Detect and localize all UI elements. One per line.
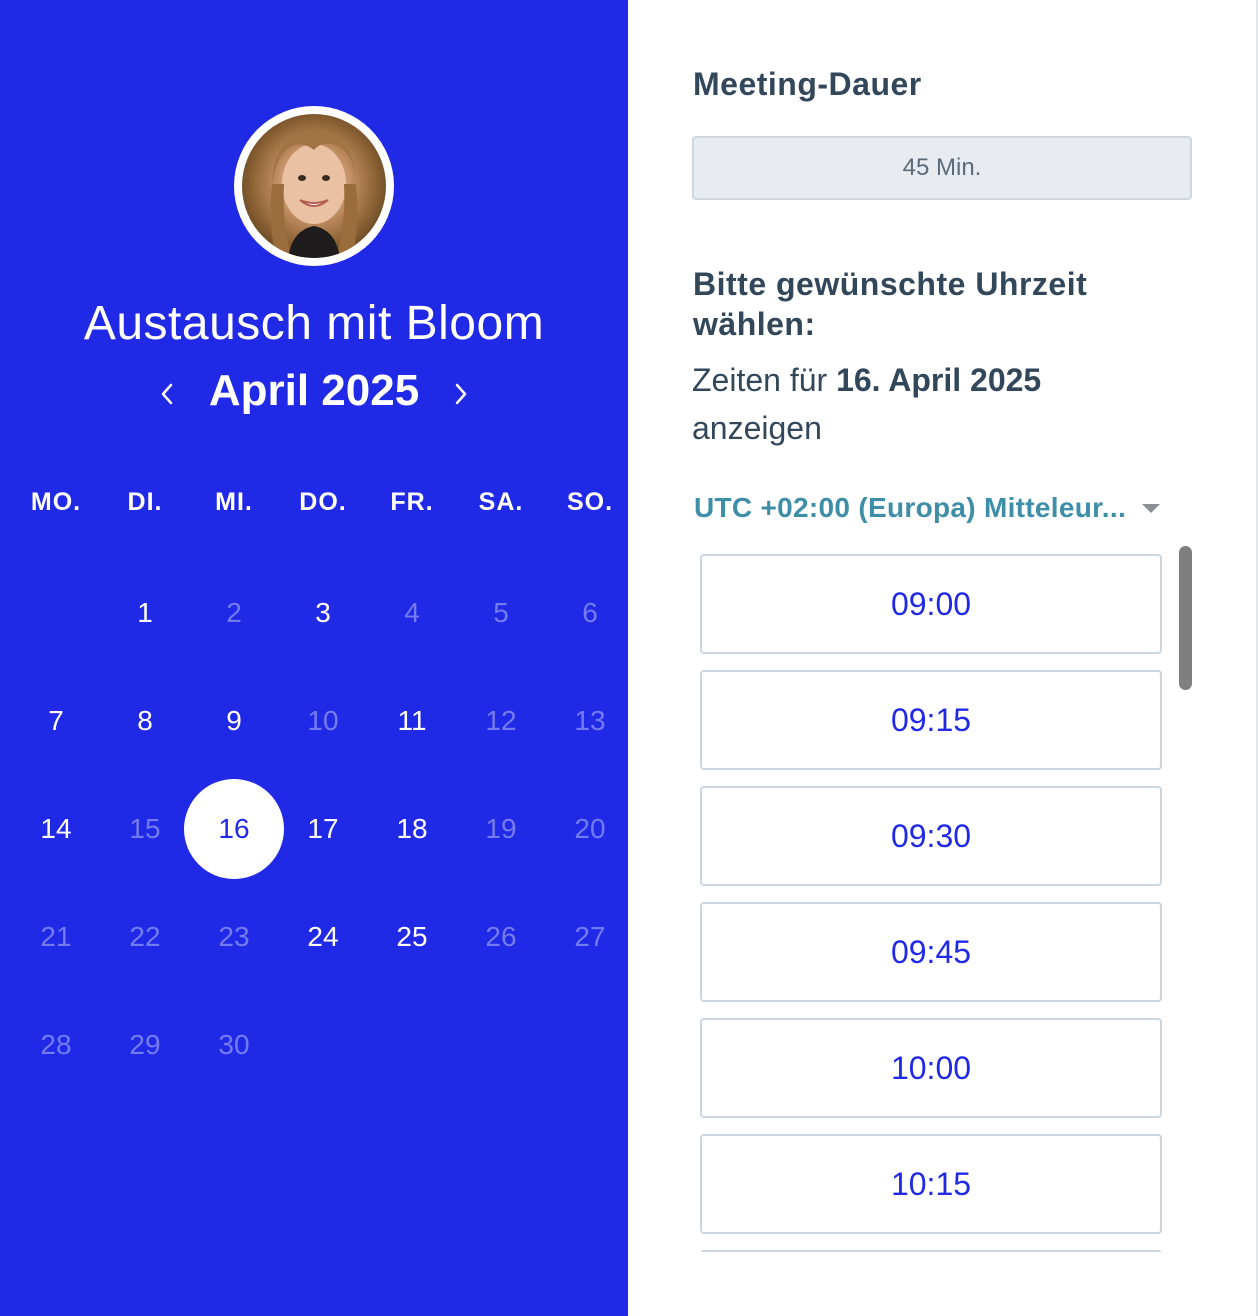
duration-select[interactable]: 45 Min. <box>692 136 1192 200</box>
calendar-day: 4 <box>404 597 420 628</box>
calendar-day: 12 <box>485 705 517 736</box>
time-heading: Bitte gewünschte Uhrzeit wählen: <box>693 266 1088 342</box>
weekday-label: SA. <box>478 488 524 516</box>
month-label: April 2025 <box>208 366 420 415</box>
calendar-day: 21 <box>40 921 72 952</box>
weekday-label: SO. <box>566 488 614 516</box>
calendar-day[interactable]: 17 <box>273 779 373 879</box>
weekday-label: MO. <box>30 488 82 516</box>
calendar-day: 2 <box>226 597 242 628</box>
calendar-day: 23 <box>218 921 250 952</box>
month-navigation: April 2025 <box>0 366 628 426</box>
weekday-label: DI. <box>127 488 163 516</box>
calendar-day: 10 <box>307 705 339 736</box>
time-slot-button[interactable]: 09:45 <box>700 902 1162 1002</box>
calendar-day: 19 <box>485 813 517 844</box>
booking-panel: Meeting-Dauer 45 Min. Bitte gewünschte U… <box>628 0 1258 1316</box>
timezone-label: UTC +02:00 (Europa) Mitteleur... <box>694 492 1127 523</box>
time-slot-button[interactable] <box>700 1250 1162 1252</box>
chevron-right-icon <box>455 383 467 405</box>
time-slot-button[interactable]: 09:30 <box>700 786 1162 886</box>
weekday-label: FR. <box>390 488 434 516</box>
calendar-day: 29 <box>129 1029 161 1060</box>
calendar-day: 20 <box>574 813 606 844</box>
calendar-day: 15 <box>129 813 161 844</box>
caret-down-icon <box>1142 503 1161 513</box>
calendar-day: 22 <box>129 921 161 952</box>
meeting-title: Austausch mit Bloom <box>83 297 545 350</box>
weekday-header: MO. DI. MI. DO. FR. SA. SO. <box>0 488 628 528</box>
time-slot-button[interactable]: 09:15 <box>700 670 1162 770</box>
calendar-day: 5 <box>493 597 509 628</box>
time-slot-button[interactable]: 09:00 <box>700 554 1162 654</box>
avatar <box>234 106 394 266</box>
calendar-day[interactable]: 3 <box>273 563 373 663</box>
calendar-day[interactable]: 1 <box>95 563 195 663</box>
calendar-day[interactable]: 9 <box>184 671 284 771</box>
time-slot-button[interactable]: 10:15 <box>700 1134 1162 1234</box>
calendar-day[interactable]: 18 <box>362 779 462 879</box>
calendar-day[interactable]: 11 <box>362 671 462 771</box>
selected-date: 16. April 2025 <box>836 362 1042 398</box>
calendar-day[interactable]: 7 <box>6 671 106 771</box>
calendar-day[interactable]: 24 <box>273 887 373 987</box>
selected-date-text: Zeiten für 16. April 2025 anzeigen <box>692 356 1162 452</box>
calendar-panel: Austausch mit Bloom April 2025 MO. DI. MI.… <box>0 0 628 1316</box>
calendar-day: 27 <box>574 921 606 952</box>
calendar-day: 30 <box>218 1029 250 1060</box>
calendar-day: 6 <box>582 597 598 628</box>
duration-heading: Meeting-Dauer <box>693 66 922 102</box>
selected-day[interactable]: 16 <box>184 779 284 879</box>
scrollbar-thumb[interactable] <box>1179 546 1192 690</box>
weekday-label: DO. <box>299 488 347 516</box>
calendar-day: 26 <box>485 921 517 952</box>
calendar-day[interactable]: 8 <box>95 671 195 771</box>
calendar-day: 28 <box>40 1029 72 1060</box>
date-prefix: Zeiten für <box>692 362 837 398</box>
calendar-day[interactable]: 14 <box>6 779 106 879</box>
time-slot-button[interactable]: 10:00 <box>700 1018 1162 1118</box>
timezone-select[interactable]: UTC +02:00 (Europa) Mitteleur... <box>694 488 1161 528</box>
calendar-day: 13 <box>574 705 606 736</box>
next-month-button[interactable] <box>446 374 476 414</box>
date-suffix: anzeigen <box>692 410 822 446</box>
time-slot-list: 09:00 09:15 09:30 09:45 10:00 10:15 <box>700 554 1162 1252</box>
weekday-label: MI. <box>215 488 253 516</box>
avatar-photo <box>242 114 386 258</box>
calendar-day[interactable]: 25 <box>362 887 462 987</box>
